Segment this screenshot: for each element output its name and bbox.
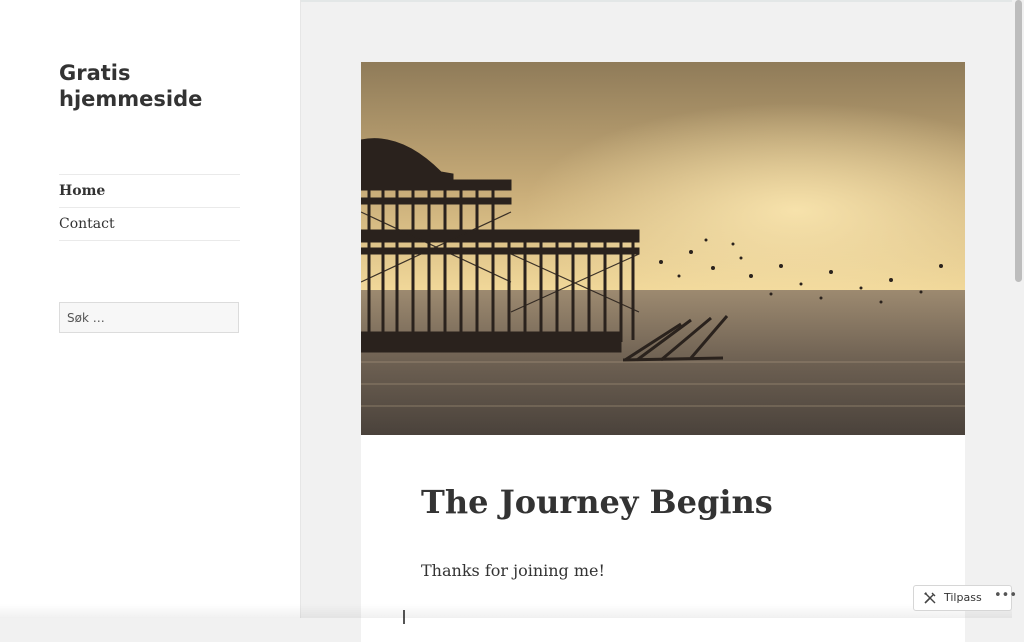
scrollbar-thumb[interactable] <box>1015 0 1022 282</box>
customize-label: Tilpass <box>944 591 982 604</box>
menu-item-home[interactable]: Home <box>59 174 240 207</box>
bottom-shadow <box>0 604 1012 618</box>
site-title[interactable]: Gratis hjemmeside <box>59 60 259 112</box>
post-card: The Journey Begins Thanks for joining me… <box>361 62 965 642</box>
more-options-icon[interactable]: ••• <box>994 589 1017 603</box>
post-title[interactable]: The Journey Begins <box>421 482 921 522</box>
search-input[interactable] <box>59 302 239 333</box>
main-menu: Home Contact <box>59 174 240 241</box>
featured-image <box>361 62 965 435</box>
sidebar: Gratis hjemmeside Home Contact <box>0 0 301 618</box>
menu-item-contact[interactable]: Contact <box>59 207 240 241</box>
post-text: Thanks for joining me! <box>421 561 605 580</box>
tools-icon <box>924 592 936 604</box>
customize-button[interactable]: Tilpass ••• <box>913 585 1017 611</box>
